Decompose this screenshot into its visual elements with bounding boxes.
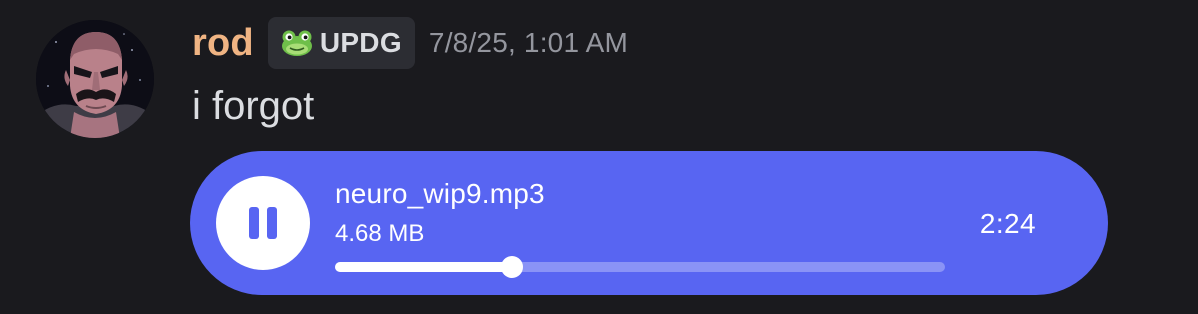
message-content: i forgot (192, 84, 315, 128)
pause-icon-bar-left (249, 207, 259, 239)
timestamp[interactable]: 7/8/25, 1:01 AM (429, 27, 628, 59)
server-tag-label: UPDG (319, 27, 402, 58)
pause-icon-bar-right (267, 207, 277, 239)
audio-filename[interactable]: neuro_wip9.mp3 (335, 177, 545, 211)
audio-progress-handle[interactable] (500, 256, 523, 278)
audio-attachment: neuro_wip9.mp3 4.68 MB 2:24 (190, 151, 1108, 295)
server-tag[interactable]: UPDG (267, 17, 415, 69)
avatar[interactable] (36, 20, 154, 138)
audio-filesize: 4.68 MB (335, 220, 425, 247)
pause-icon (247, 207, 279, 239)
audio-progress-fill (335, 262, 512, 272)
audio-progress-bar[interactable] (335, 256, 945, 278)
username[interactable]: rod (192, 24, 254, 62)
audio-duration: 2:24 (979, 208, 1036, 239)
pause-button[interactable] (216, 176, 310, 270)
frog-icon (281, 30, 312, 56)
avatar-image (36, 20, 154, 138)
message-header: rod UPDG 7/8/25, 1:01 AM (192, 16, 628, 70)
chat-message: rod UPDG 7/8/25, 1:01 AM i forgot neuro_… (0, 0, 1198, 314)
